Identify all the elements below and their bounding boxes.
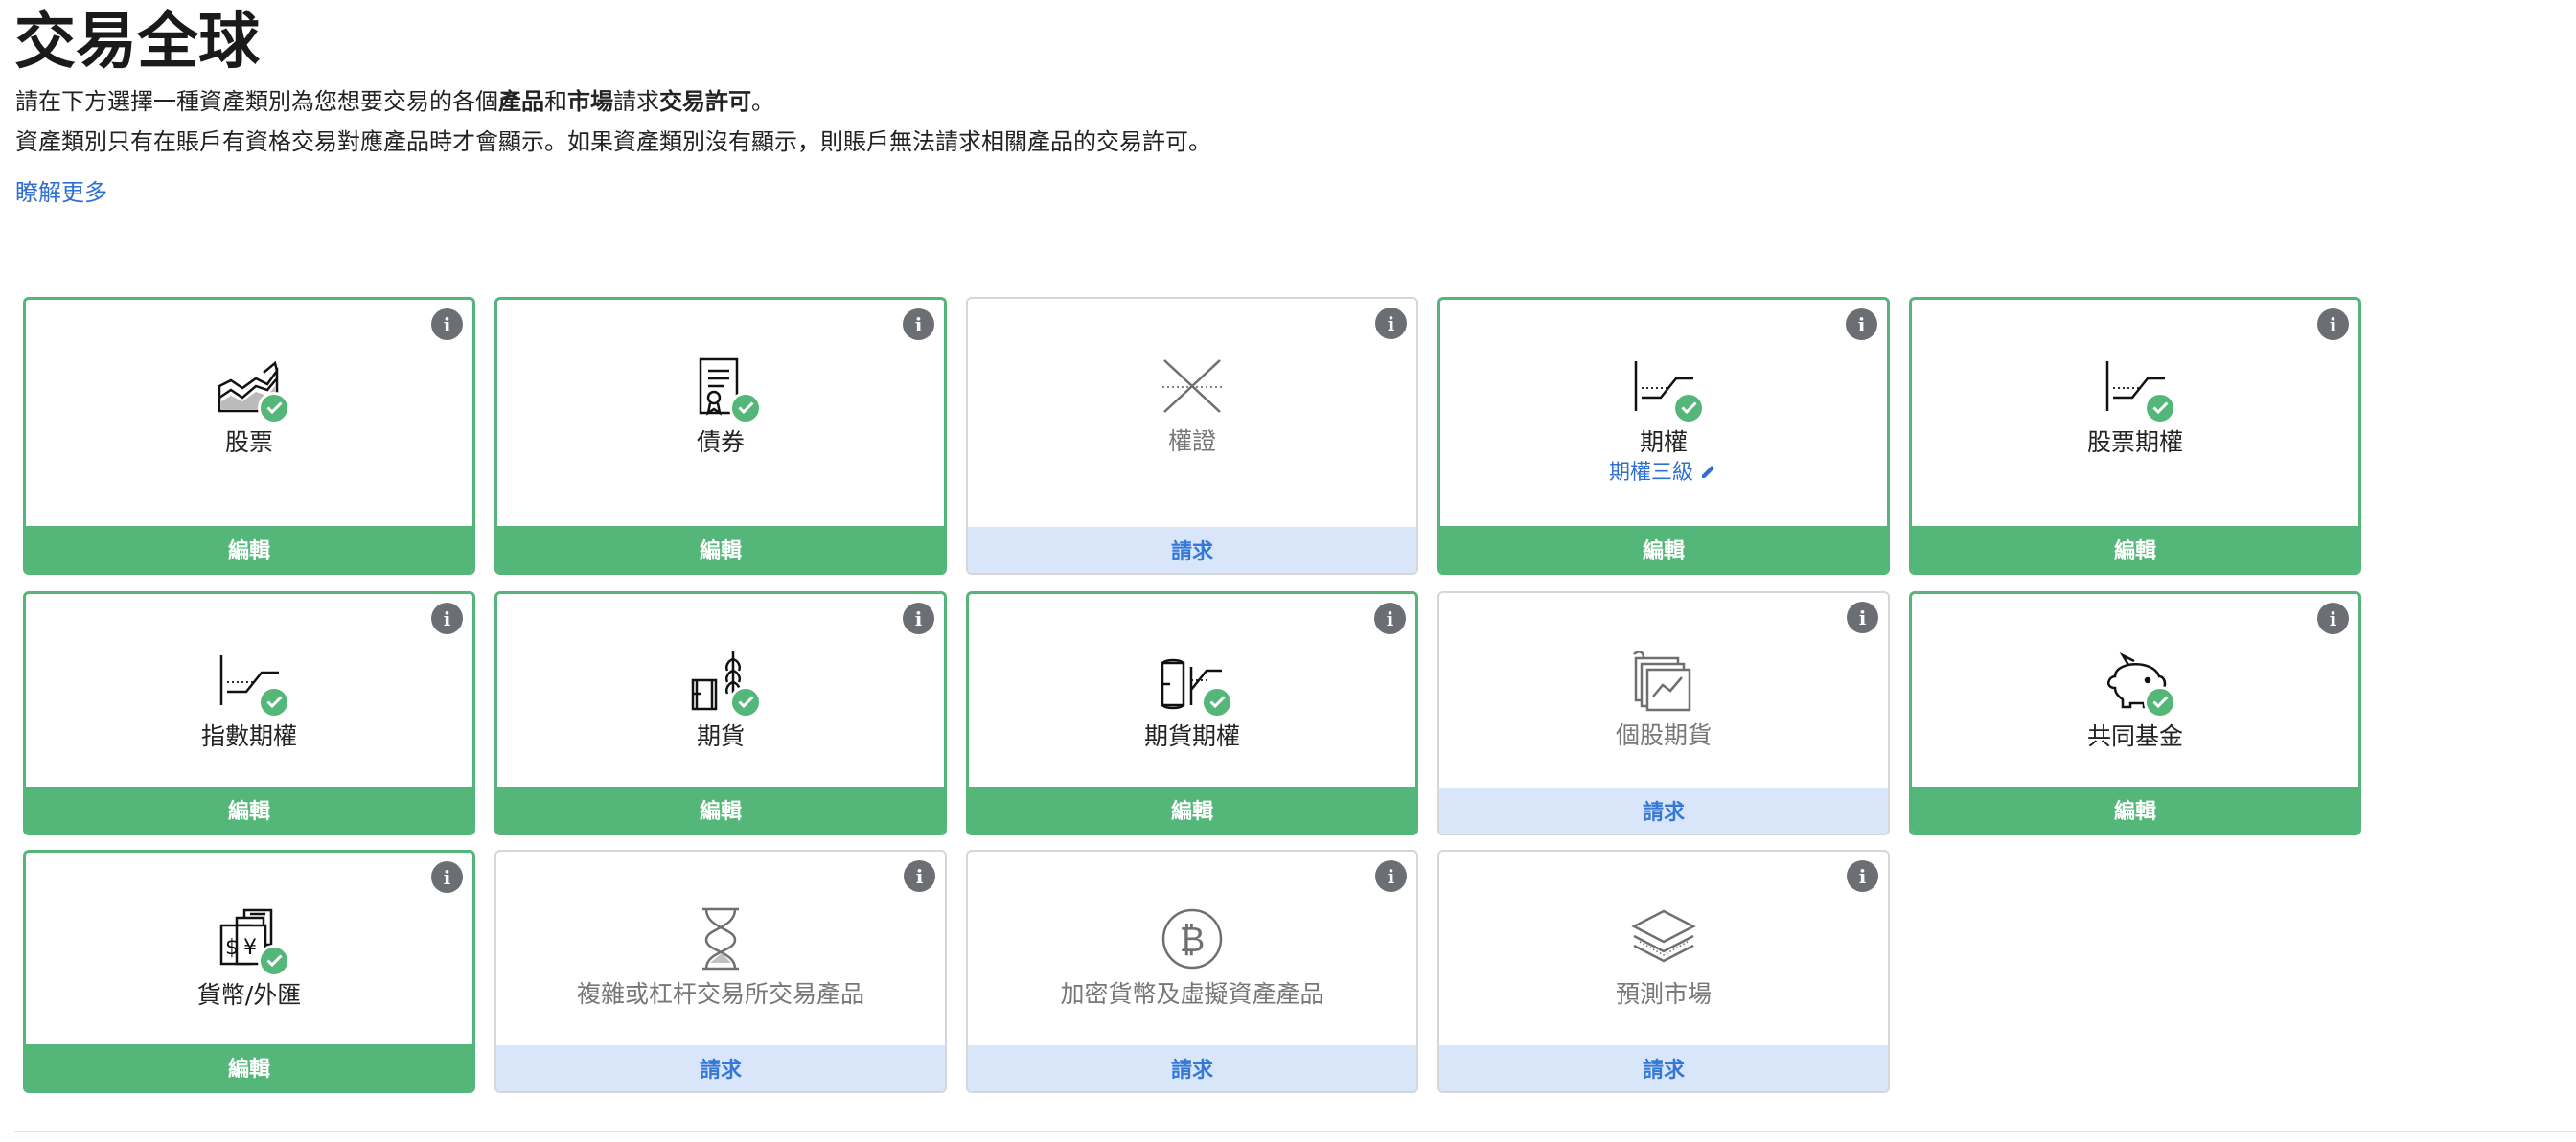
permission-granted-check-icon bbox=[729, 392, 762, 424]
permission-granted-check-icon bbox=[1201, 686, 1233, 719]
info-icon[interactable]: i bbox=[431, 603, 463, 634]
request-button[interactable]: 請求 bbox=[968, 1045, 1416, 1091]
asset-class-label: 股票 bbox=[224, 428, 273, 456]
asset-class-label: 期權 bbox=[1639, 428, 1688, 456]
layers-icon bbox=[1622, 902, 1705, 976]
asset-card: i 債券編輯 bbox=[494, 297, 947, 575]
instruction-text: 請在下方選擇一種資產類別為您想要交易的各個產品和市場請求交易許可。 bbox=[15, 88, 774, 115]
info-icon[interactable]: i bbox=[1847, 860, 1878, 892]
permission-level-link[interactable]: 期權三級 bbox=[1440, 459, 1887, 488]
info-icon[interactable]: i bbox=[903, 603, 934, 634]
asset-class-label: 期貨期權 bbox=[1143, 722, 1240, 750]
permission-granted-check-icon bbox=[258, 392, 290, 424]
asset-class-label: 共同基金 bbox=[2086, 722, 2183, 750]
edit-button[interactable]: 編輯 bbox=[497, 526, 944, 572]
learn-more-link[interactable]: 瞭解更多 bbox=[15, 176, 107, 209]
asset-card: i 期權期權三級編輯 bbox=[1438, 297, 1890, 575]
request-button[interactable]: 請求 bbox=[1439, 1045, 1888, 1091]
divider bbox=[14, 1131, 2576, 1132]
asset-class-label: 期貨 bbox=[696, 722, 745, 750]
info-icon[interactable]: i bbox=[431, 861, 463, 893]
permission-granted-check-icon bbox=[2144, 686, 2176, 719]
asset-card: i 權證請求 bbox=[966, 297, 1418, 575]
futures-option-icon bbox=[1151, 644, 1233, 719]
asset-card: i ₿ 加密貨幣及虛擬資產產品請求 bbox=[966, 850, 1418, 1093]
request-button[interactable]: 請求 bbox=[968, 527, 1416, 573]
svg-text:¥: ¥ bbox=[243, 936, 257, 960]
hourglass-icon bbox=[679, 902, 762, 976]
edit-button[interactable]: 編輯 bbox=[969, 787, 1415, 833]
asset-card: i $ ¥ 貨幣/外匯編輯 bbox=[23, 850, 475, 1093]
asset-card: i 共同基金編輯 bbox=[1909, 591, 2361, 835]
currency-notes-icon: $ ¥ bbox=[208, 902, 290, 977]
asset-card: i 期貨編輯 bbox=[494, 591, 947, 835]
stock-chart-icon bbox=[208, 350, 290, 424]
svg-text:$: $ bbox=[225, 936, 239, 960]
futures-barrel-wheat-icon bbox=[679, 644, 762, 719]
edit-button[interactable]: 編輯 bbox=[26, 787, 472, 833]
stacked-charts-icon bbox=[1622, 643, 1705, 718]
warrant-cross-icon bbox=[1151, 349, 1233, 423]
asset-class-label: 個股期貨 bbox=[1615, 721, 1712, 749]
info-icon[interactable]: i bbox=[431, 308, 463, 340]
asset-card: i 股票期權編輯 bbox=[1909, 297, 2361, 575]
pencil-icon bbox=[1702, 466, 1714, 478]
permission-granted-check-icon bbox=[258, 686, 290, 719]
permission-granted-check-icon bbox=[258, 945, 290, 977]
asset-class-label: 股票期權 bbox=[2086, 428, 2183, 456]
bitcoin-icon: ₿ bbox=[1151, 902, 1233, 976]
request-button[interactable]: 請求 bbox=[1439, 788, 1888, 834]
option-payoff-icon bbox=[1622, 350, 1705, 424]
edit-button[interactable]: 編輯 bbox=[1912, 526, 2358, 572]
info-icon[interactable]: i bbox=[2317, 603, 2349, 634]
asset-class-label: 貨幣/外匯 bbox=[196, 981, 302, 1009]
asset-class-label: 指數期權 bbox=[200, 722, 297, 750]
asset-card: i 預測市場請求 bbox=[1438, 850, 1890, 1093]
asset-class-label: 債券 bbox=[696, 428, 745, 456]
permission-granted-check-icon bbox=[729, 686, 762, 719]
info-icon[interactable]: i bbox=[2317, 308, 2349, 340]
page-title: 交易全球 bbox=[14, 7, 260, 78]
info-icon[interactable]: i bbox=[1374, 603, 1406, 634]
asset-card: i 指數期權編輯 bbox=[23, 591, 475, 835]
asset-class-label: 加密貨幣及虛擬資產產品 bbox=[1060, 980, 1324, 1008]
asset-card: i 股票編輯 bbox=[23, 297, 475, 575]
bond-certificate-icon bbox=[679, 350, 762, 424]
info-icon[interactable]: i bbox=[903, 308, 934, 340]
asset-card: i 期貨期權編輯 bbox=[966, 591, 1418, 835]
asset-class-label: 權證 bbox=[1167, 427, 1216, 455]
edit-button[interactable]: 編輯 bbox=[1440, 526, 1887, 572]
asset-card: i 個股期貨請求 bbox=[1438, 591, 1890, 835]
permission-granted-check-icon bbox=[1672, 392, 1705, 424]
info-icon[interactable]: i bbox=[1846, 308, 1877, 340]
edit-button[interactable]: 編輯 bbox=[26, 1044, 472, 1090]
svg-text:₿: ₿ bbox=[1180, 921, 1206, 960]
info-icon[interactable]: i bbox=[904, 860, 935, 892]
info-icon[interactable]: i bbox=[1375, 308, 1407, 339]
asset-class-label: 複雜或杠杆交易所交易產品 bbox=[576, 980, 864, 1008]
info-icon[interactable]: i bbox=[1847, 602, 1878, 633]
info-icon[interactable]: i bbox=[1375, 860, 1407, 892]
asset-class-label: 預測市場 bbox=[1615, 980, 1712, 1008]
option-payoff-icon bbox=[2094, 350, 2176, 424]
asset-card: i 複雜或杠杆交易所交易產品請求 bbox=[494, 850, 947, 1093]
edit-button[interactable]: 編輯 bbox=[26, 526, 472, 572]
edit-button[interactable]: 編輯 bbox=[497, 787, 944, 833]
eligibility-note: 資產類別只有在賬戶有資格交易對應產品時才會顯示。如果資產類別沒有顯示，則賬戶無法… bbox=[15, 128, 1211, 155]
edit-button[interactable]: 編輯 bbox=[1912, 787, 2358, 833]
option-payoff-icon bbox=[208, 644, 290, 719]
piggy-bank-icon bbox=[2094, 644, 2176, 719]
request-button[interactable]: 請求 bbox=[496, 1045, 945, 1091]
permission-granted-check-icon bbox=[2144, 392, 2176, 424]
